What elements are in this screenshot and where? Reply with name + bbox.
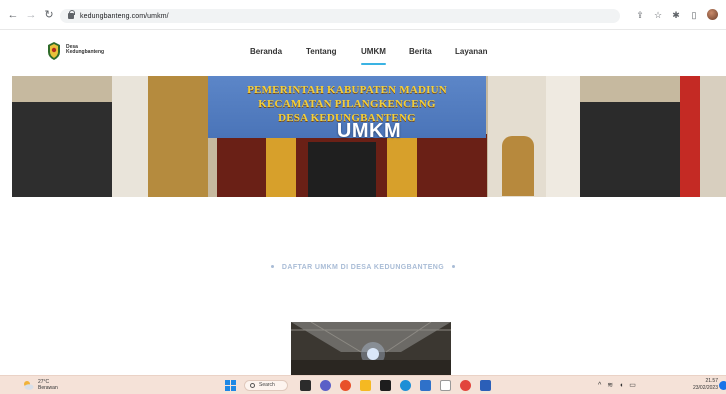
task-view-icon[interactable] — [300, 380, 311, 391]
wifi-icon[interactable]: ≋ — [607, 382, 615, 389]
side-panel-icon[interactable]: ▯ — [689, 10, 699, 20]
bookmark-star-icon[interactable]: ☆ — [653, 10, 663, 20]
window-right — [580, 102, 680, 197]
main-nav: Beranda Tentang UMKM Berita Layanan — [0, 47, 726, 65]
curtain-gold-left — [266, 134, 296, 197]
nav-item-tentang[interactable]: Tentang — [306, 47, 337, 56]
share-icon[interactable]: ⇪ — [635, 10, 645, 20]
nav-item-beranda[interactable]: Beranda — [250, 47, 282, 56]
nav-item-umkm[interactable]: UMKM — [361, 47, 386, 65]
reload-icon[interactable]: ↻ — [42, 8, 56, 22]
chrome-icon[interactable] — [460, 380, 471, 391]
curtain-gold-right — [387, 134, 417, 197]
cloudy-weather-icon[interactable] — [22, 379, 34, 391]
doorway — [308, 142, 376, 197]
url-text: kedungbanteng.com/umkm/ — [80, 12, 169, 20]
profile-avatar[interactable] — [707, 9, 718, 20]
browser-toolbar: ← → ↻ kedungbanteng.com/umkm/ ⇪ ☆ ✱ ▯ — [0, 0, 726, 30]
notification-icon[interactable] — [719, 381, 726, 390]
word-icon[interactable] — [480, 380, 491, 391]
browser-actions: ⇪ ☆ ✱ ▯ — [635, 9, 718, 20]
dropbox-icon[interactable] — [380, 380, 391, 391]
store-icon[interactable] — [420, 380, 431, 391]
windows-start-icon[interactable] — [225, 380, 236, 391]
clock-date: 23/02/2023 — [692, 385, 718, 391]
search-icon — [250, 383, 255, 388]
site-header: Desa Kedungbanteng Beranda Tentang UMKM … — [0, 30, 726, 76]
battery-icon[interactable]: ▭ — [629, 382, 638, 389]
lock-icon — [68, 10, 75, 19]
bullet-dot-icon — [452, 265, 456, 269]
clock-time: 21.57 — [705, 378, 718, 384]
windows-taskbar: 27°C Berawan Search ^ ≋ ◖ ▭ 21.57 23/02/… — [0, 375, 726, 394]
chat-icon[interactable] — [320, 380, 331, 391]
weather-desc: Berawan — [38, 385, 58, 391]
workshop-photo — [291, 322, 451, 376]
forward-arrow-icon[interactable]: → — [24, 8, 38, 22]
firefox-icon[interactable] — [340, 380, 351, 391]
chevron-up-icon[interactable]: ^ — [598, 382, 603, 389]
search-label: Search — [259, 382, 275, 388]
nav-item-berita[interactable]: Berita — [409, 47, 432, 56]
banner-line-1: PEMERINTAH KABUPATEN MADIUN — [247, 84, 447, 96]
system-tray[interactable]: ^ ≋ ◖ ▭ — [598, 381, 638, 389]
taskbar-search[interactable]: Search — [244, 380, 288, 391]
window-left — [12, 102, 112, 197]
statue — [502, 136, 534, 196]
section-heading-text: DAFTAR UMKM DI DESA KEDUNGBANTENG — [281, 264, 445, 271]
amazon-icon[interactable] — [440, 380, 451, 391]
browser-window: ← → ↻ kedungbanteng.com/umkm/ ⇪ ☆ ✱ ▯ De… — [0, 0, 726, 394]
hero-banner: PEMERINTAH KABUPATEN MADIUN KECAMATAN PI… — [12, 76, 726, 197]
taskbar-clock[interactable]: 21.57 23/02/2023 — [682, 378, 718, 392]
bullet-dot-icon — [270, 265, 274, 269]
umkm-product-image[interactable] — [291, 322, 451, 376]
edge-icon[interactable] — [400, 380, 411, 391]
banner-line-2: KECAMATAN PILANGKENCENG — [258, 98, 436, 110]
file-explorer-icon[interactable] — [360, 380, 371, 391]
nav-item-layanan[interactable]: Layanan — [455, 47, 487, 56]
section-heading: DAFTAR UMKM DI DESA KEDUNGBANTENG — [0, 264, 726, 271]
weather-widget[interactable]: 27°C Berawan — [38, 379, 58, 391]
page-title: UMKM — [336, 120, 402, 142]
address-bar[interactable]: kedungbanteng.com/umkm/ — [60, 9, 620, 23]
extensions-puzzle-icon[interactable]: ✱ — [671, 10, 681, 20]
back-arrow-icon[interactable]: ← — [6, 8, 20, 22]
volume-icon[interactable]: ◖ — [619, 382, 625, 389]
